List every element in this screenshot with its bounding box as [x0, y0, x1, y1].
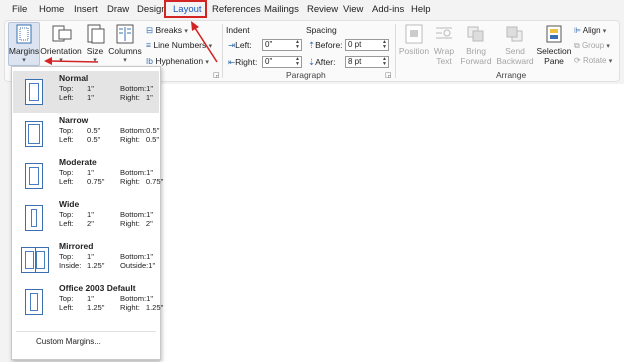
page-preview-icon	[25, 163, 43, 189]
page-preview-icon	[25, 205, 43, 231]
page-preview-icon	[25, 79, 43, 105]
margin-option-narrow[interactable]: Narrow Top: 0.5" Bottom:0.5" Left: 0.5" …	[13, 113, 159, 155]
margin-option-wide[interactable]: Wide Top: 1" Bottom:1" Left: 2" Right: 2"	[13, 197, 159, 239]
document-canvas[interactable]	[160, 84, 624, 362]
margin-option-moderate[interactable]: Moderate Top: 1" Bottom:1" Left: 0.75" R…	[13, 155, 163, 197]
margin-option-normal[interactable]: Normal Top: 1" Bottom:1" Left: 1" Right:…	[13, 71, 159, 113]
divider	[16, 331, 156, 332]
page-preview-icon	[21, 247, 49, 273]
page-preview-icon	[25, 121, 43, 147]
margin-option-office-2003-default[interactable]: Office 2003 Default Top: 1" Bottom:1" Le…	[13, 281, 163, 323]
margins-dropdown: Normal Top: 1" Bottom:1" Left: 1" Right:…	[11, 66, 163, 360]
custom-margins-item[interactable]: Custom Margins...	[36, 337, 101, 346]
margin-option-mirrored[interactable]: Mirrored Top: 1" Bottom:1" Inside: 1.25"…	[13, 239, 159, 281]
page-preview-icon	[25, 289, 43, 315]
